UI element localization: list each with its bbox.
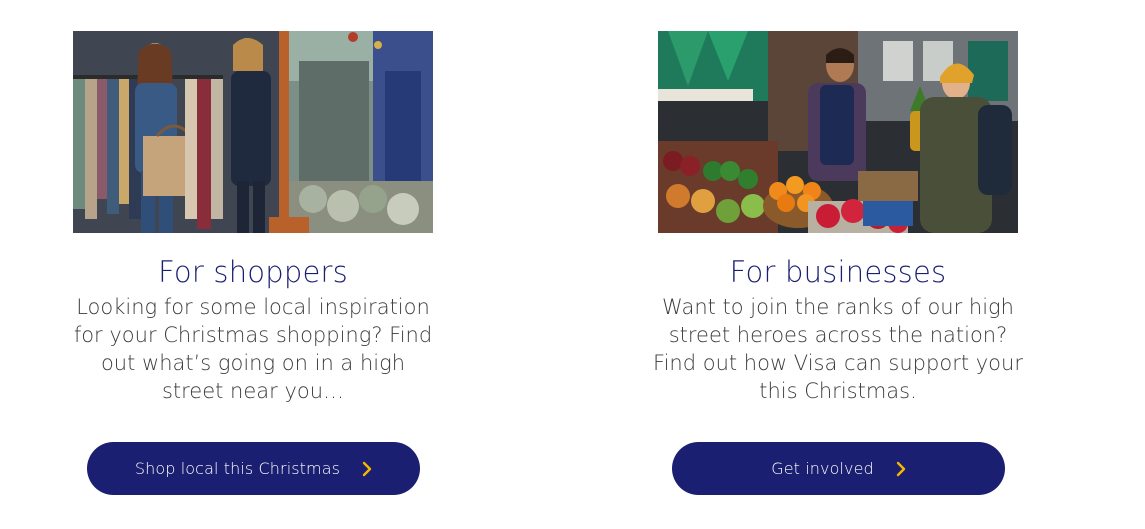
shoppers-photo bbox=[73, 31, 433, 233]
shoppers-title: For shoppers bbox=[158, 255, 348, 289]
shop-local-button[interactable]: Shop local this Christmas bbox=[87, 442, 420, 495]
get-involved-button-label: Get involved bbox=[771, 459, 874, 478]
shoppers-description: Looking for some local inspiration for y… bbox=[73, 295, 433, 403]
businesses-card: For businesses Want to join the ranks of… bbox=[653, 31, 1023, 495]
chevron-right-icon bbox=[896, 461, 906, 477]
businesses-photo bbox=[658, 31, 1018, 233]
page: For shoppers Looking for some local insp… bbox=[0, 0, 1145, 529]
get-involved-button[interactable]: Get involved bbox=[672, 442, 1005, 495]
businesses-description: Want to join the ranks of our high stree… bbox=[653, 295, 1023, 403]
businesses-title: For businesses bbox=[729, 255, 947, 289]
chevron-right-icon bbox=[362, 461, 372, 477]
shop-local-button-label: Shop local this Christmas bbox=[134, 459, 341, 478]
shoppers-card: For shoppers Looking for some local insp… bbox=[68, 31, 438, 495]
